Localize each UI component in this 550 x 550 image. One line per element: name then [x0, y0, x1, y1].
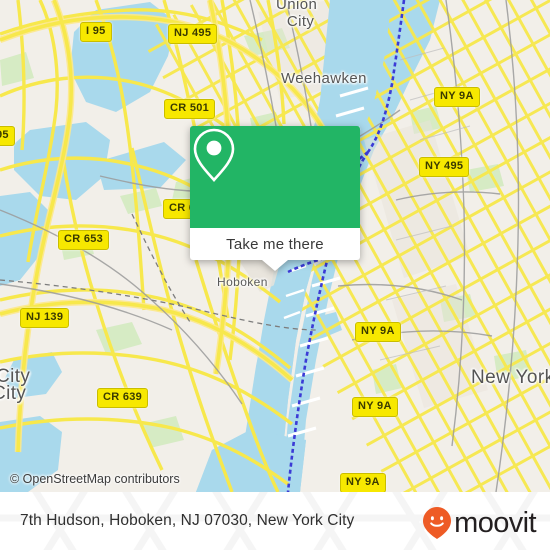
route-shield-ny495[interactable]: NY 495	[419, 157, 470, 177]
map-canvas[interactable]: Union City Weehawken Hoboken New York Ci…	[0, 0, 550, 492]
callout-pointer-tail	[262, 260, 288, 271]
route-shield-ny9a-3[interactable]: NY 9A	[352, 397, 398, 417]
moovit-logo[interactable]: moovit	[422, 506, 537, 540]
map-result-screen: Union City Weehawken Hoboken New York Ci…	[0, 0, 550, 550]
take-me-there-button[interactable]: Take me there	[190, 228, 360, 260]
route-shield-nj139[interactable]: NJ 139	[20, 308, 70, 328]
route-shield-cr501[interactable]: CR 501	[164, 99, 216, 119]
map-pin-icon	[193, 128, 235, 182]
location-callout-card[interactable]: Take me there	[190, 126, 360, 271]
route-shield-95-edge[interactable]: 95	[0, 126, 15, 146]
callout-header	[190, 126, 360, 228]
route-shield-ny9a-2[interactable]: NY 9A	[355, 322, 401, 342]
route-shield-nj495[interactable]: NJ 495	[168, 24, 218, 44]
route-shield-cr653[interactable]: CR 653	[58, 230, 110, 250]
map-attribution[interactable]: © OpenStreetMap contributors	[10, 472, 180, 486]
route-shield-cr639[interactable]: CR 639	[97, 388, 149, 408]
footer-bar: 7th Hudson, Hoboken, NJ 07030, New York …	[0, 492, 550, 550]
moovit-smiley-pin-icon	[423, 507, 452, 539]
moovit-wordmark: moovit	[454, 506, 536, 539]
route-shield-i95[interactable]: I 95	[80, 22, 112, 42]
route-shield-ny9a-1[interactable]: NY 9A	[434, 87, 480, 107]
result-address: 7th Hudson, Hoboken, NJ 07030, New York …	[20, 512, 355, 529]
route-shield-ny9a-4[interactable]: NY 9A	[340, 473, 386, 492]
